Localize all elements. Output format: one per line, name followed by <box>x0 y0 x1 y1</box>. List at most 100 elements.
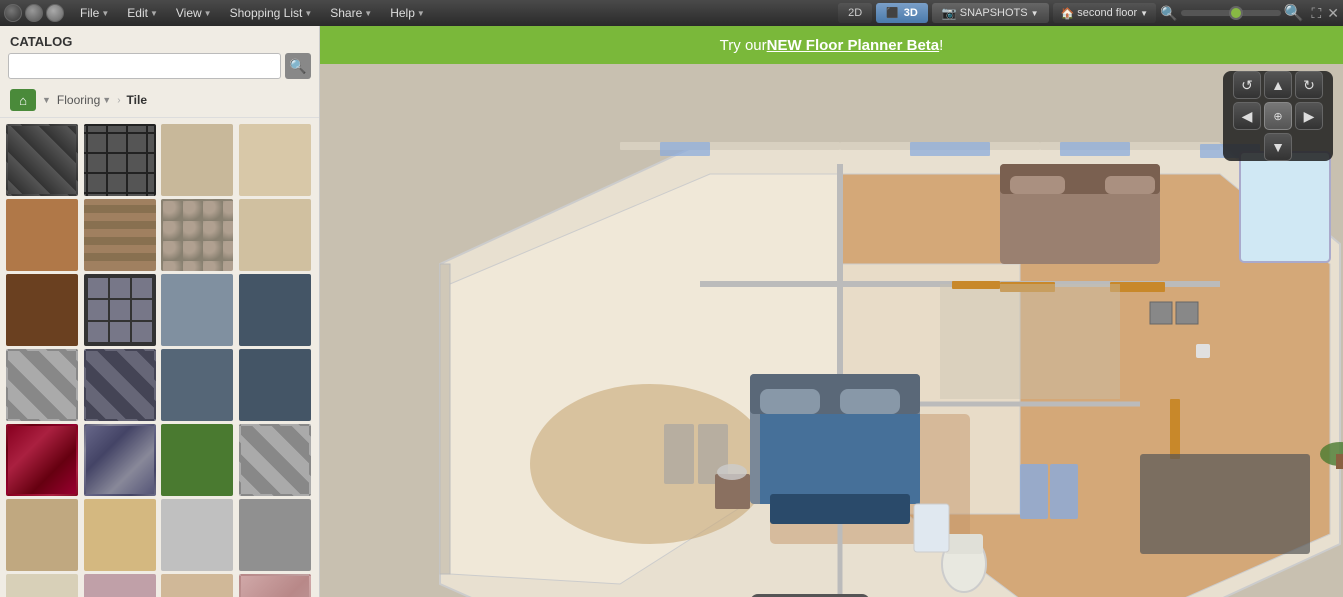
catalog-header: CATALOG <box>0 26 319 53</box>
tile-item-t12[interactable] <box>239 274 311 346</box>
home-nav-button[interactable] <box>46 4 64 22</box>
tile-item-t3[interactable] <box>161 124 233 196</box>
tile-item-t19[interactable] <box>161 424 233 496</box>
zoom-in-icon[interactable]: 🔍 <box>1284 3 1304 23</box>
file-arrow: ▼ <box>101 9 109 18</box>
menu-share[interactable]: Share ▼ <box>322 4 380 22</box>
home-icon: ⌂ <box>19 93 27 108</box>
snapshots-arrow: ▼ <box>1031 9 1039 18</box>
search-row: 🔍 <box>0 53 319 85</box>
promo-text: Try our <box>720 37 767 54</box>
view-arrow: ▼ <box>204 9 212 18</box>
cube-icon: ⬛ <box>886 8 898 19</box>
rotate-right-icon: ↻ <box>1303 77 1315 94</box>
exit-fullscreen-icon[interactable]: ✕ <box>1327 5 1339 22</box>
tile-item-t25[interactable] <box>6 574 78 597</box>
down-arrow-icon: ▼ <box>1271 139 1285 155</box>
menu-file[interactable]: File ▼ <box>72 4 117 22</box>
zoom-control: 🔍 🔍 <box>1160 3 1303 23</box>
tile-item-t1[interactable] <box>6 124 78 196</box>
snapshots-button[interactable]: 📷 SNAPSHOTS ▼ <box>932 3 1049 23</box>
tile-grid <box>0 118 319 597</box>
tile-item-t15[interactable] <box>161 349 233 421</box>
back-button[interactable] <box>4 4 22 22</box>
tile-item-t28[interactable] <box>239 574 311 597</box>
center-icon: ⊕ <box>1273 110 1282 123</box>
pan-right-button[interactable]: ▶ <box>1295 102 1323 130</box>
reset-view-button[interactable]: ⊕ <box>1264 102 1292 130</box>
viewport: Try our NEW Floor Planner Beta ! <box>320 26 1343 597</box>
home-breadcrumb-button[interactable]: ⌂ <box>10 89 36 111</box>
tile-item-t23[interactable] <box>161 499 233 571</box>
camera-icon: 📷 <box>942 6 957 20</box>
tile-item-t9[interactable] <box>6 274 78 346</box>
promo-link[interactable]: NEW Floor Planner Beta <box>767 37 940 54</box>
tile-item-t18[interactable] <box>84 424 156 496</box>
tile-item-t27[interactable] <box>161 574 233 597</box>
tile-item-t7[interactable] <box>161 199 233 271</box>
floor-plan-scene <box>320 64 1343 597</box>
tile-item-t13[interactable] <box>6 349 78 421</box>
breadcrumb-tile: Tile <box>127 93 147 107</box>
main-layout: CATALOG 🔍 ⌂ ▼ Flooring ▼ › Tile Try o <box>0 26 1343 597</box>
zoom-slider[interactable] <box>1181 10 1281 16</box>
nav-bot-row: ▼ <box>1264 133 1292 161</box>
menu-edit[interactable]: Edit ▼ <box>119 4 166 22</box>
tile-item-t10[interactable] <box>84 274 156 346</box>
rotate-left-icon: ↺ <box>1241 77 1253 94</box>
view-3d-button[interactable]: ⬛ 3D <box>876 3 928 23</box>
menu-help[interactable]: Help ▼ <box>382 4 433 22</box>
menu-view[interactable]: View ▼ <box>168 4 220 22</box>
right-arrow-icon: ▶ <box>1304 108 1315 125</box>
tile-item-t21[interactable] <box>6 499 78 571</box>
tile-item-t26[interactable] <box>84 574 156 597</box>
tile-item-t22[interactable] <box>84 499 156 571</box>
tile-item-t11[interactable] <box>161 274 233 346</box>
menu-shopping[interactable]: Shopping List ▼ <box>222 4 321 22</box>
sidebar: CATALOG 🔍 ⌂ ▼ Flooring ▼ › Tile <box>0 26 320 597</box>
search-input[interactable] <box>8 53 281 79</box>
tile-item-t24[interactable] <box>239 499 311 571</box>
navigation-controls: ↺ ▲ ↻ ◀ ⊕ ▶ <box>1223 71 1333 161</box>
tile-item-t4[interactable] <box>239 124 311 196</box>
breadcrumb-separator: › <box>117 95 120 106</box>
nav-top-row: ↺ ▲ ↻ <box>1233 71 1323 99</box>
tile-item-t5[interactable] <box>6 199 78 271</box>
zoom-thumb[interactable] <box>1229 6 1243 20</box>
tile-item-t14[interactable] <box>84 349 156 421</box>
fullscreen-icon[interactable]: ⛶ <box>1311 5 1321 22</box>
tile-item-t8[interactable] <box>239 199 311 271</box>
promo-banner: Try our NEW Floor Planner Beta ! <box>320 26 1343 64</box>
tile-item-t6[interactable] <box>84 199 156 271</box>
forward-button[interactable] <box>25 4 43 22</box>
help-arrow: ▼ <box>417 9 425 18</box>
breadcrumb-home-arrow: ▼ <box>42 95 51 105</box>
shopping-arrow: ▼ <box>304 9 312 18</box>
up-arrow-icon: ▲ <box>1271 77 1285 93</box>
tile-item-t2[interactable] <box>84 124 156 196</box>
stairs-icon: 🏠 <box>1061 7 1075 20</box>
nav-mid-row: ◀ ⊕ ▶ <box>1233 102 1323 130</box>
logo-buttons <box>4 4 64 22</box>
flooring-arrow: ▼ <box>102 95 111 105</box>
share-arrow: ▼ <box>364 9 372 18</box>
breadcrumb-flooring[interactable]: Flooring ▼ <box>57 93 111 107</box>
rotate-left-button[interactable]: ↺ <box>1233 71 1261 99</box>
pan-up-button[interactable]: ▲ <box>1264 71 1292 99</box>
zoom-out-icon[interactable]: 🔍 <box>1160 5 1177 22</box>
pan-left-button[interactable]: ◀ <box>1233 102 1261 130</box>
floor-selector-button[interactable]: 🏠 second floor ▼ <box>1053 3 1157 23</box>
promo-suffix: ! <box>939 37 943 54</box>
rotate-right-button[interactable]: ↻ <box>1295 71 1323 99</box>
tile-item-t16[interactable] <box>239 349 311 421</box>
tile-item-t17[interactable] <box>6 424 78 496</box>
search-icon: 🔍 <box>289 58 306 75</box>
view-2d-button[interactable]: 2D <box>838 3 872 23</box>
menu-bar: File ▼ Edit ▼ View ▼ Shopping List ▼ Sha… <box>0 0 1343 26</box>
tile-item-t20[interactable] <box>239 424 311 496</box>
edit-arrow: ▼ <box>150 9 158 18</box>
pan-down-button[interactable]: ▼ <box>1264 133 1292 161</box>
right-controls: 2D ⬛ 3D 📷 SNAPSHOTS ▼ 🏠 second floor ▼ 🔍… <box>838 3 1339 23</box>
search-button[interactable]: 🔍 <box>285 53 311 79</box>
breadcrumb-row: ⌂ ▼ Flooring ▼ › Tile <box>0 85 319 118</box>
